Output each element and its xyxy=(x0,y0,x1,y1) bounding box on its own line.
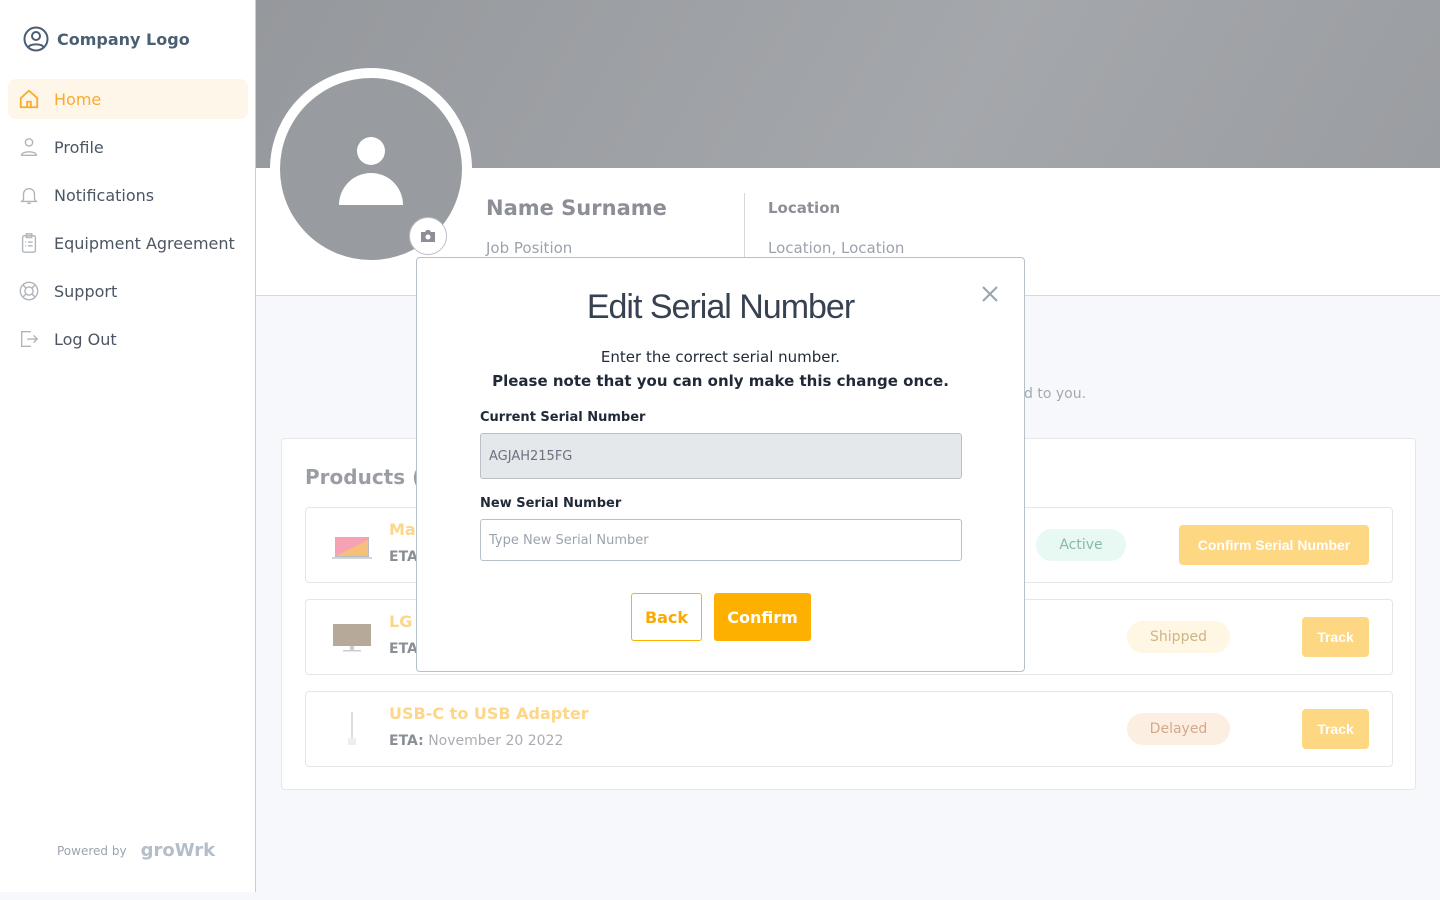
edit-serial-number-modal: Edit Serial Number Enter the correct ser… xyxy=(416,257,1025,672)
logout-icon xyxy=(20,330,39,348)
profile-name: Name Surname xyxy=(486,196,667,220)
confirm-button[interactable]: Confirm xyxy=(714,593,811,641)
status-badge: Active xyxy=(1036,529,1126,561)
sidebar-item-home[interactable]: Home xyxy=(8,79,248,119)
divider xyxy=(744,193,745,263)
eta-value: November 20 2022 xyxy=(428,733,564,749)
modal-subtitle: Enter the correct serial number. xyxy=(600,348,841,366)
home-icon xyxy=(19,89,39,109)
bottom-strip xyxy=(0,892,1440,900)
lifebuoy-icon xyxy=(19,281,39,301)
sidebar-item-label: Log Out xyxy=(54,329,117,349)
sidebar-item-profile[interactable]: Profile xyxy=(8,127,248,167)
assigned-text: d to you. xyxy=(1024,386,1087,402)
adapter-image xyxy=(348,712,356,745)
sidebar-item-label: Home xyxy=(54,89,102,109)
powered-by-text: Powered by xyxy=(57,843,127,858)
sidebar-item-log-out[interactable]: Log Out xyxy=(8,319,248,359)
new-serial-input[interactable] xyxy=(480,519,962,561)
user-icon xyxy=(20,138,38,156)
sidebar-item-label: Equipment Agreement xyxy=(54,233,235,253)
laptop-image xyxy=(332,537,372,559)
sidebar-item-equipment-agreement[interactable]: Equipment Agreement xyxy=(8,223,248,263)
company-logo[interactable]: Company Logo xyxy=(23,26,190,52)
product-name[interactable]: USB-C to USB Adapter xyxy=(389,704,589,723)
current-serial-label: Current Serial Number xyxy=(480,410,646,425)
track-button[interactable]: Track xyxy=(1302,709,1369,749)
modal-title: Edit Serial Number xyxy=(586,288,855,326)
sidebar-item-support[interactable]: Support xyxy=(8,271,248,311)
status-badge: Delayed xyxy=(1127,713,1230,745)
current-serial-field xyxy=(480,433,962,479)
modal-note: Please note that you can only make this … xyxy=(492,372,949,390)
sidebar-nav: Home Profile Notifications Equipment Agr… xyxy=(8,79,248,367)
location-value: Location, Location xyxy=(768,239,905,257)
product-eta: ETA: November 20 2022 xyxy=(389,733,563,749)
product-row: USB-C to USB Adapter ETA: November 20 20… xyxy=(305,691,1393,767)
user-circle-icon xyxy=(23,26,49,52)
sidebar: Company Logo Home Profile Notifications … xyxy=(0,0,256,892)
status-badge: Shipped xyxy=(1127,621,1230,653)
change-photo-button[interactable] xyxy=(409,217,447,255)
close-icon[interactable] xyxy=(979,283,1001,305)
product-name[interactable]: LG xyxy=(389,612,412,631)
eta-label: ETA: xyxy=(389,733,424,749)
sidebar-item-notifications[interactable]: Notifications xyxy=(8,175,248,215)
track-button[interactable]: Track xyxy=(1302,617,1369,657)
camera-icon xyxy=(421,230,435,242)
back-button[interactable]: Back xyxy=(631,593,702,641)
growrk-logo: groWrk xyxy=(140,840,216,861)
new-serial-label: New Serial Number xyxy=(480,496,622,511)
clipboard-icon xyxy=(21,233,37,253)
sidebar-item-label: Profile xyxy=(54,137,104,157)
sidebar-item-label: Notifications xyxy=(54,185,155,205)
sidebar-item-label: Support xyxy=(54,281,118,301)
logo-text: Company Logo xyxy=(57,29,190,49)
bell-icon xyxy=(20,187,38,204)
powered-by: Powered by groWrk xyxy=(57,840,215,861)
product-name[interactable]: Ma xyxy=(389,520,416,539)
job-position: Job Position xyxy=(486,239,573,257)
location-label: Location xyxy=(768,199,841,217)
confirm-serial-number-button[interactable]: Confirm Serial Number xyxy=(1179,525,1369,565)
monitor-image xyxy=(333,624,371,652)
